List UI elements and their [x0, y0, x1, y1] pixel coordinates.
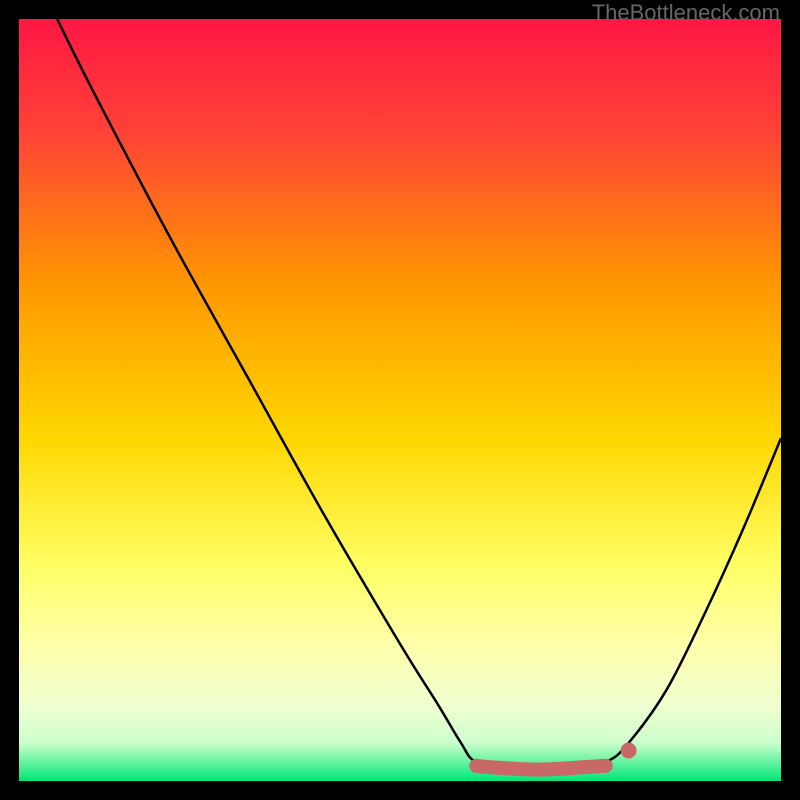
chart-canvas — [19, 19, 781, 781]
attribution-text: TheBottleneck.com — [592, 0, 780, 26]
optimal-point — [621, 743, 637, 759]
optimal-band — [476, 766, 606, 770]
gradient-background — [19, 19, 781, 781]
